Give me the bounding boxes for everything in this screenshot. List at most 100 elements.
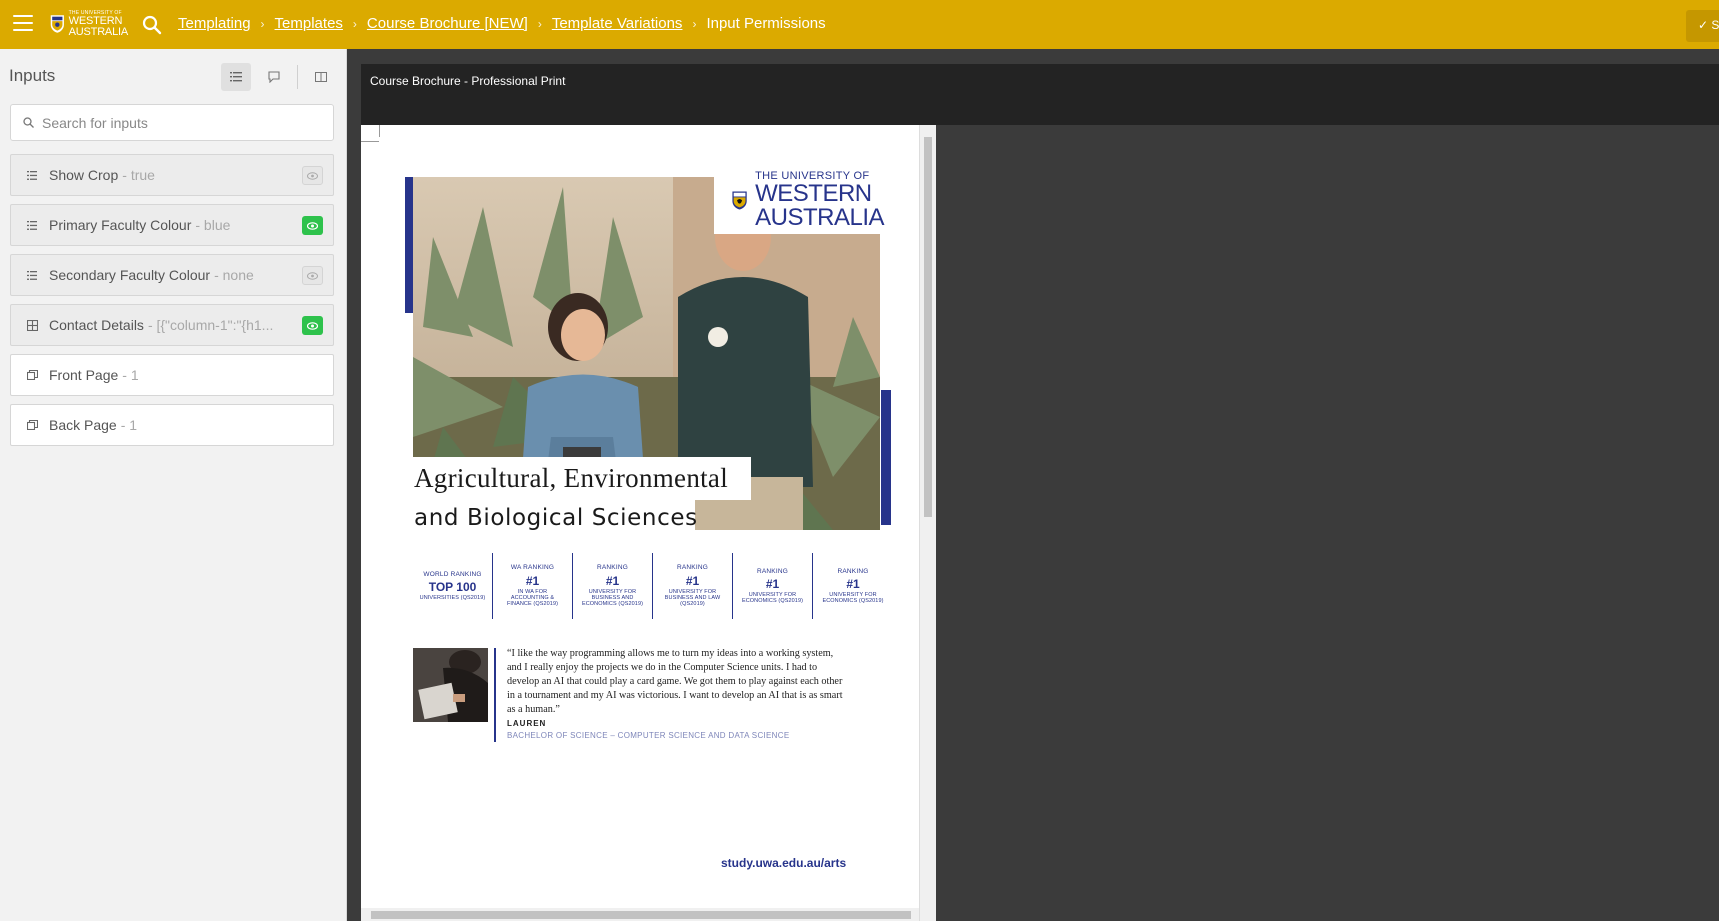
panel-toolbar: [221, 63, 344, 91]
brochure-page: THE UNIVERSITY OF WESTERN AUSTRALIA Agri…: [361, 125, 919, 908]
crest-icon: [50, 15, 64, 33]
stat-value: #1: [765, 576, 780, 591]
eye-icon: [307, 321, 318, 330]
input-value: - 1: [122, 367, 139, 383]
chevron-right-icon: ›: [537, 16, 542, 31]
stat-kicker: RANKING: [596, 564, 628, 572]
breadcrumb-template-variations[interactable]: Template Variations: [552, 15, 683, 32]
input-name: Show Crop: [49, 167, 119, 183]
quote-rule: [494, 648, 496, 742]
input-row-show-crop[interactable]: Show Crop - true: [10, 154, 334, 196]
list-icon: [230, 72, 242, 82]
stat-caption: UNIVERSITY FOR BUSINESS AND LAW (QS2019): [664, 588, 721, 608]
brochure-title-line-2: and Biological Sciences: [414, 505, 698, 531]
pages-icon: [25, 418, 39, 432]
testimonial-photo: [413, 648, 488, 722]
document-title: Course Brochure - Professional Print: [370, 74, 566, 88]
crop-mark: [361, 141, 379, 142]
brochure-url: study.uwa.edu.au/arts: [721, 856, 847, 870]
visibility-toggle[interactable]: [302, 266, 323, 285]
list-view-button[interactable]: [221, 63, 251, 91]
crop-mark: [379, 125, 380, 137]
stat-value: #1: [846, 576, 860, 591]
input-value: - [{"column-1":"{h1...: [147, 317, 274, 333]
input-value: - blue: [195, 217, 231, 233]
list-icon: [25, 268, 39, 282]
stat-caption: UNIVERSITIES (QS2019): [419, 594, 486, 601]
stat-kicker: RANKING: [676, 564, 708, 572]
input-value: - true: [122, 167, 155, 183]
breadcrumb-current: Input Permissions: [706, 15, 826, 32]
eye-off-icon: [307, 271, 318, 280]
input-row-primary-faculty-colour[interactable]: Primary Faculty Colour - blue: [10, 204, 334, 246]
stat-kicker: RANKING: [837, 567, 869, 575]
logo-line-2: WESTERN: [755, 180, 872, 207]
search-inputs-field[interactable]: [10, 104, 334, 141]
save-button[interactable]: ✓ S: [1686, 10, 1719, 42]
student-working-image: [413, 648, 488, 722]
rankings-strip: WORLD RANKING TOP 100 UNIVERSITIES (QS20…: [413, 553, 893, 619]
split-view-button[interactable]: [306, 63, 336, 91]
logo-line-3: AUSTRALIA: [755, 204, 884, 231]
document-header: Course Brochure - Professional Print: [361, 64, 1719, 125]
comments-button[interactable]: [259, 63, 289, 91]
input-row-secondary-faculty-colour[interactable]: Secondary Faculty Colour - none: [10, 254, 334, 296]
ranking-stat: WORLD RANKING TOP 100 UNIVERSITIES (QS20…: [413, 553, 493, 619]
breadcrumb-course-brochure[interactable]: Course Brochure [NEW]: [367, 15, 528, 32]
breadcrumb-templating[interactable]: Templating: [178, 15, 251, 32]
panel-title: Inputs: [9, 66, 56, 85]
input-value: - 1: [120, 417, 138, 433]
input-row-front-page[interactable]: Front Page - 1: [10, 354, 334, 396]
stat-caption: IN WA FOR ACCOUNTING & FINANCE (QS2019): [506, 588, 559, 608]
input-name: Primary Faculty Colour: [49, 217, 192, 233]
stat-value: TOP 100: [428, 579, 477, 594]
eye-icon: [307, 221, 318, 230]
save-button-label: S: [1711, 18, 1719, 32]
input-row-contact-details[interactable]: Contact Details - [{"column-1":"{h1...: [10, 304, 334, 346]
vertical-scrollbar[interactable]: [919, 125, 936, 921]
preview-area: Course Brochure - Professional Print THE…: [347, 49, 1719, 921]
columns-icon: [315, 72, 327, 82]
stat-caption: UNIVERSITY FOR ECONOMICS (QS2019): [822, 591, 884, 605]
horizontal-scrollbar[interactable]: [361, 908, 919, 921]
document-viewport[interactable]: THE UNIVERSITY OF WESTERN AUSTRALIA Agri…: [361, 125, 936, 921]
stat-caption: UNIVERSITY FOR ECONOMICS (QS2019): [741, 591, 804, 605]
input-name: Back Page: [49, 417, 117, 433]
brochure-logo: THE UNIVERSITY OF WESTERN AUSTRALIA: [714, 167, 884, 234]
stat-value: #1: [605, 573, 620, 588]
stat-value: #1: [525, 573, 540, 588]
list-icon: [25, 168, 39, 182]
input-row-back-page[interactable]: Back Page - 1: [10, 404, 334, 446]
input-name: Contact Details: [49, 317, 144, 333]
comment-icon: [268, 71, 280, 83]
scrollbar-thumb[interactable]: [924, 137, 932, 517]
scrollbar-thumb[interactable]: [371, 911, 911, 919]
ranking-stat: RANKING #1 UNIVERSITY FOR BUSINESS AND E…: [573, 553, 653, 619]
hamburger-icon[interactable]: [13, 15, 33, 31]
visibility-toggle[interactable]: [302, 216, 323, 235]
visibility-toggle[interactable]: [302, 166, 323, 185]
uwa-logo[interactable]: THE UNIVERSITY OF WESTERN AUSTRALIA: [50, 10, 128, 38]
eye-off-icon: [307, 171, 318, 180]
ranking-stat: RANKING #1 UNIVERSITY FOR ECONOMICS (QS2…: [733, 553, 813, 619]
stat-value: #1: [685, 573, 700, 588]
inputs-panel: Inputs Search for inputs Show Crop - tru…: [0, 49, 347, 921]
crest-icon: [732, 191, 747, 210]
breadcrumb-templates[interactable]: Templates: [275, 15, 343, 32]
breadcrumb: Templating › Templates › Course Brochure…: [178, 15, 826, 32]
stat-kicker: RANKING: [756, 567, 788, 575]
search-input[interactable]: [42, 114, 302, 131]
testimonial-course: BACHELOR OF SCIENCE – COMPUTER SCIENCE A…: [507, 731, 790, 740]
search-icon[interactable]: [142, 15, 162, 35]
search-icon: [23, 117, 34, 128]
top-bar: THE UNIVERSITY OF WESTERN AUSTRALIA Temp…: [0, 0, 1719, 49]
list-icon: [25, 218, 39, 232]
visibility-toggle[interactable]: [302, 316, 323, 335]
chevron-right-icon: ›: [260, 16, 265, 31]
ranking-stat: WA RANKING #1 IN WA FOR ACCOUNTING & FIN…: [493, 553, 573, 619]
accent-bar: [881, 390, 891, 525]
stat-kicker: WORLD RANKING: [423, 570, 482, 578]
logo-line-2: WESTERN: [68, 14, 123, 27]
check-icon: ✓: [1698, 18, 1709, 32]
pages-icon: [25, 368, 39, 382]
